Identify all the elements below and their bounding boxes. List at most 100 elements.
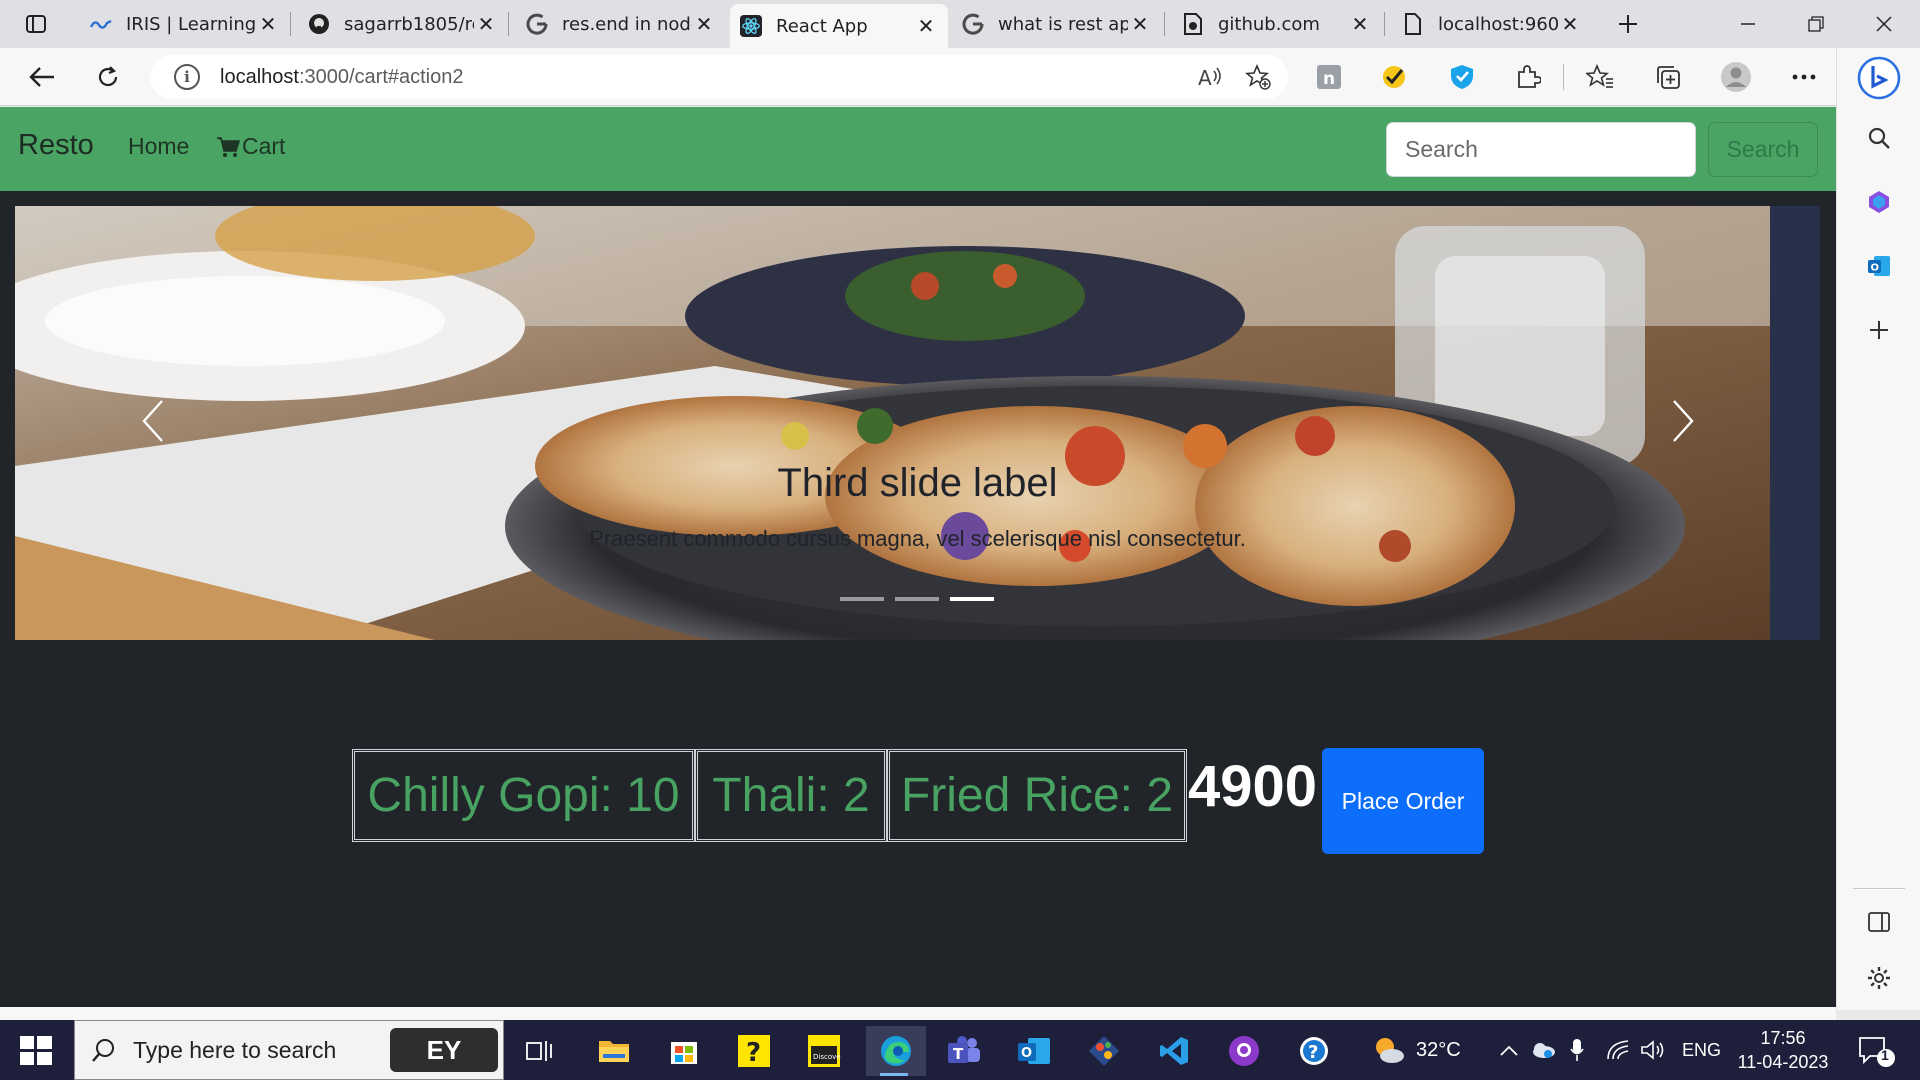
git-app-button[interactable] — [1076, 1026, 1132, 1076]
nav-home-link[interactable]: Home — [128, 133, 189, 160]
sidebar-search-button[interactable] — [1861, 120, 1897, 156]
edge-browser-button[interactable] — [866, 1026, 926, 1076]
avatar — [1721, 62, 1751, 92]
vscode-icon — [1160, 1037, 1188, 1065]
close-tab-icon[interactable]: ✕ — [914, 14, 938, 38]
sidebar-divider — [1853, 888, 1905, 889]
question-icon: ? — [738, 1035, 770, 1068]
tab-google-rest-api[interactable]: what is rest api ✕ — [952, 6, 1162, 42]
place-order-button[interactable]: Place Order — [1322, 748, 1484, 854]
minimize-button[interactable] — [1714, 0, 1782, 48]
tab-localhost-9600[interactable]: localhost:9600 ✕ — [1392, 6, 1592, 42]
tab-react-app[interactable]: React App ✕ — [730, 4, 948, 48]
github-desktop-button[interactable] — [1216, 1026, 1272, 1076]
extensions-button[interactable] — [1510, 59, 1546, 95]
close-tab-icon[interactable]: ✕ — [474, 12, 498, 36]
extension-check-button[interactable] — [1376, 59, 1412, 95]
ey-logo[interactable]: EY — [390, 1028, 498, 1072]
edge-icon — [881, 1036, 911, 1066]
task-view-button[interactable] — [512, 1026, 568, 1076]
weather-widget[interactable]: 32°C — [1372, 1020, 1461, 1080]
checkmark-extension-icon — [1383, 66, 1405, 88]
sidebar-outlook-button[interactable]: O — [1861, 248, 1897, 284]
carousel-indicator-1[interactable] — [840, 597, 884, 601]
favorites-button[interactable] — [1582, 59, 1618, 95]
page-icon — [1402, 13, 1424, 35]
svg-text:?: ? — [746, 1038, 761, 1068]
sidebar-settings-button[interactable] — [1861, 960, 1897, 996]
carousel-indicator-3[interactable] — [950, 597, 994, 601]
volume-button[interactable] — [1640, 1020, 1666, 1080]
order-item: Thali: 2 — [695, 749, 887, 842]
close-tab-icon[interactable]: ✕ — [1128, 12, 1152, 36]
ey-discover-button[interactable]: Discover — [796, 1026, 852, 1076]
browser-tab-strip: IRIS | Learning ✕ sagarrb1805/re ✕ res.e… — [0, 0, 1920, 48]
close-tab-icon[interactable]: ✕ — [1348, 12, 1372, 36]
clock[interactable]: 17:56 11-04-2023 — [1728, 1026, 1838, 1074]
search-button[interactable]: Search — [1708, 122, 1818, 177]
restore-button[interactable] — [1782, 0, 1850, 48]
show-hidden-icons-button[interactable] — [1500, 1020, 1518, 1080]
url-text[interactable]: localhost:3000/cart#action2 — [220, 66, 1192, 89]
tab-actions-menu-button[interactable] — [18, 8, 54, 40]
tab-title: res.end in node — [562, 13, 692, 35]
back-button[interactable] — [24, 59, 60, 95]
brand-logo[interactable]: Resto — [18, 129, 94, 162]
notifications-button[interactable]: 1 — [1856, 1020, 1896, 1080]
tab-google-res-end[interactable]: res.end in node ✕ — [516, 6, 726, 42]
sidebar-add-button[interactable] — [1861, 312, 1897, 348]
refresh-icon — [98, 66, 118, 87]
help-support-button[interactable]: ? — [1286, 1026, 1342, 1076]
tab-github-com[interactable]: github.com ✕ — [1172, 6, 1382, 42]
extension-notion-button[interactable]: n — [1311, 59, 1347, 95]
taskbar-search-placeholder: Type here to search — [133, 1036, 337, 1063]
carousel-prev-button[interactable] — [123, 386, 183, 456]
add-favorite-icon[interactable] — [1240, 59, 1276, 95]
profile-button[interactable] — [1718, 59, 1754, 95]
close-tab-icon[interactable]: ✕ — [692, 12, 716, 36]
microphone-button[interactable] — [1570, 1020, 1584, 1080]
page-bottom-strip — [0, 1007, 1836, 1020]
sidebar-office-button[interactable] — [1861, 184, 1897, 220]
site-info-icon[interactable]: i — [174, 64, 200, 90]
sidebar-hide-button[interactable] — [1861, 904, 1897, 940]
extension-shield-button[interactable] — [1444, 59, 1480, 95]
address-bar[interactable]: i localhost:3000/cart#action2 A — [150, 55, 1288, 99]
onedrive-button[interactable] — [1530, 1020, 1556, 1080]
nav-cart-link[interactable]: Cart — [216, 133, 285, 160]
carousel-next-button[interactable] — [1653, 386, 1713, 456]
network-button[interactable] — [1606, 1020, 1630, 1080]
close-tab-icon[interactable]: ✕ — [1558, 12, 1582, 36]
search-input[interactable]: Search — [1386, 122, 1696, 177]
refresh-button[interactable] — [90, 59, 126, 95]
tab-github-repo[interactable]: sagarrb1805/re ✕ — [298, 6, 508, 42]
collections-button[interactable] — [1650, 59, 1686, 95]
help-app-button[interactable]: ? — [726, 1026, 782, 1076]
vscode-button[interactable] — [1146, 1026, 1202, 1076]
bing-chat-button[interactable] — [1857, 56, 1901, 100]
slide-caption-text: Praesent commodo cursus magna, vel scele… — [589, 526, 1246, 551]
file-explorer-button[interactable] — [586, 1026, 642, 1076]
github-icon — [308, 13, 330, 35]
tab-iris-learning[interactable]: IRIS | Learning ✕ — [80, 6, 290, 42]
puzzle-icon — [1518, 65, 1541, 88]
read-aloud-icon[interactable]: A — [1192, 59, 1228, 95]
close-tab-icon[interactable]: ✕ — [256, 12, 280, 36]
navbar: Resto Home Cart Search Search — [0, 107, 1836, 191]
github-page-icon — [1182, 13, 1204, 35]
food-plate-photo — [15, 206, 1820, 640]
outlook-button[interactable]: O — [1006, 1026, 1062, 1076]
google-icon — [962, 13, 984, 35]
teams-button[interactable]: T — [936, 1026, 992, 1076]
close-window-button[interactable] — [1850, 0, 1918, 48]
carousel-indicator-2[interactable] — [895, 597, 939, 601]
chevron-left-icon — [142, 400, 163, 442]
settings-more-button[interactable] — [1786, 59, 1822, 95]
partly-sunny-icon — [1376, 1038, 1404, 1063]
microphone-icon — [1570, 1039, 1584, 1061]
tab-separator — [508, 12, 509, 36]
language-indicator[interactable]: ENG — [1682, 1020, 1721, 1080]
store-button[interactable] — [656, 1026, 712, 1076]
new-tab-button[interactable] — [1610, 8, 1646, 40]
windows-start-icon[interactable] — [16, 1034, 56, 1068]
